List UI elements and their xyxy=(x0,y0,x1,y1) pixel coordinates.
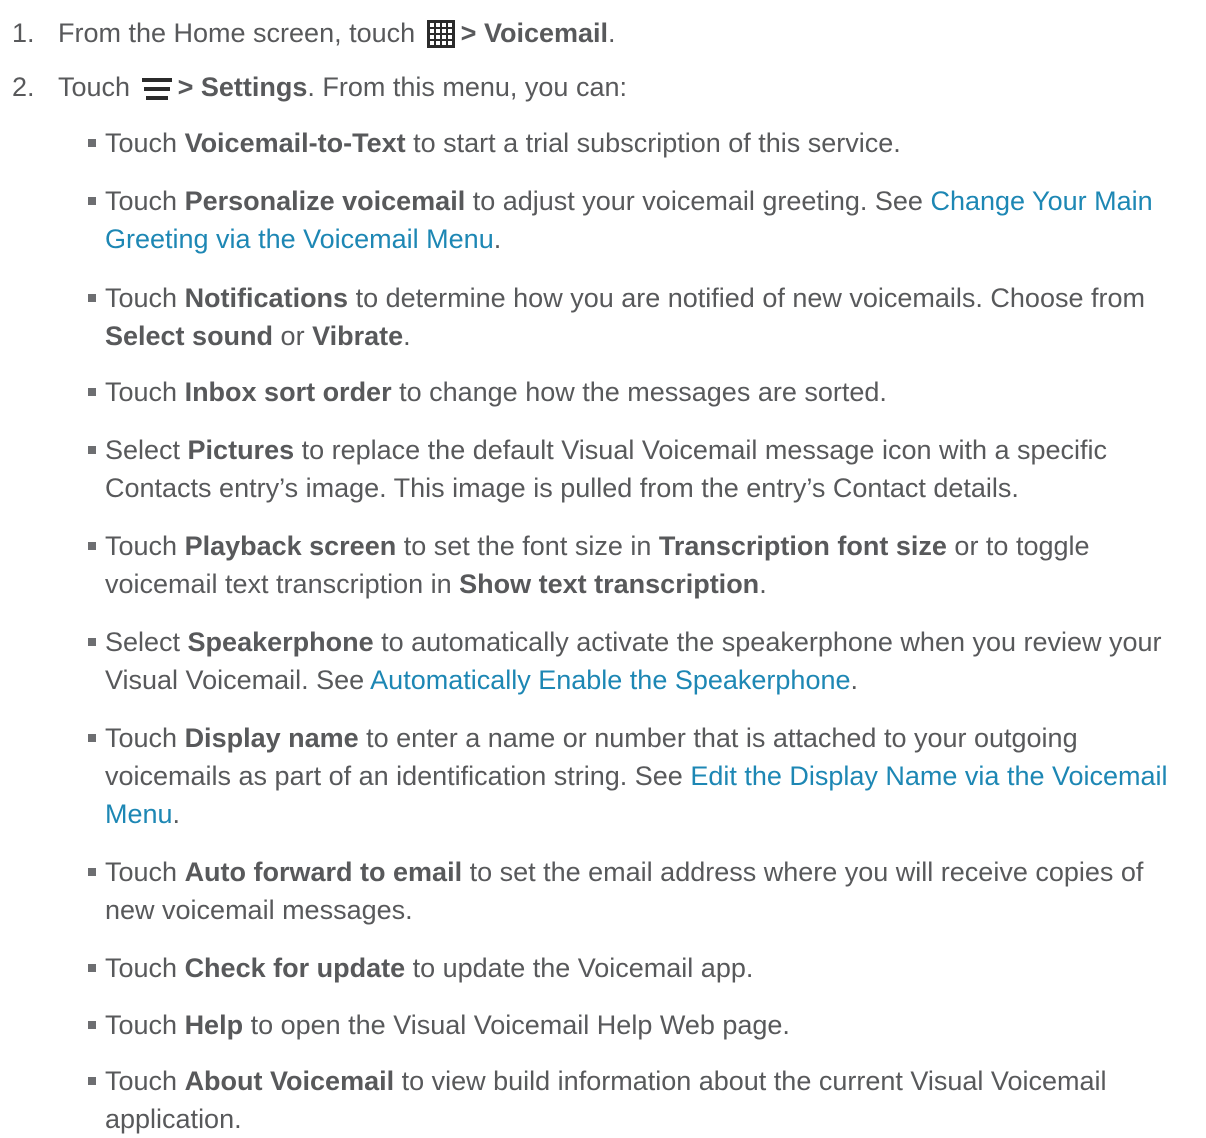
list-item: Touch Help to open the Visual Voicemail … xyxy=(88,1006,1190,1044)
bold-term: Transcription font size xyxy=(658,531,947,561)
bullet-content: Touch Voicemail-to-Text to start a trial… xyxy=(105,128,901,158)
list-item: Touch Display name to enter a name or nu… xyxy=(88,719,1190,833)
bullet-square xyxy=(88,294,96,302)
bullet-square xyxy=(88,868,96,876)
bullet-square xyxy=(88,734,96,742)
bold-term: Show text transcription xyxy=(459,569,760,599)
list-item: Touch Voicemail-to-Text to start a trial… xyxy=(88,124,1190,162)
step-2: 2. Touch > Settings. From this menu, you … xyxy=(12,68,627,112)
body-text: Touch xyxy=(105,186,185,216)
body-text: Touch xyxy=(105,531,185,561)
bullet-content: Touch Playback screen to set the font si… xyxy=(105,531,1090,599)
bold-term: Auto forward to email xyxy=(184,857,463,887)
step-post: . xyxy=(608,18,616,48)
body-text: Touch xyxy=(105,377,185,407)
body-text: to start a trial subscription of this se… xyxy=(405,128,901,158)
menu-icon xyxy=(141,74,172,112)
body-text: . xyxy=(759,569,767,599)
step-bold: > Settings xyxy=(177,72,308,102)
bold-term: Personalize voicemail xyxy=(184,186,466,216)
body-text: to determine how you are notified of new… xyxy=(348,283,1145,313)
bullet-square xyxy=(88,964,96,972)
body-text: to adjust your voicemail greeting. See xyxy=(465,186,931,216)
bullet-content: Select Pictures to replace the default V… xyxy=(105,435,1107,503)
body-text: Touch xyxy=(105,128,185,158)
body-text: to update the Voicemail app. xyxy=(405,953,754,983)
bullet-square xyxy=(88,197,96,205)
list-item: Touch Notifications to determine how you… xyxy=(88,279,1190,355)
bold-term: Select sound xyxy=(105,321,274,351)
bullet-square xyxy=(88,542,96,550)
bold-term: Voicemail-to-Text xyxy=(184,128,406,158)
bold-term: Speakerphone xyxy=(187,627,374,657)
body-text: Select xyxy=(105,627,188,657)
bullet-square xyxy=(88,1021,96,1029)
bullet-square xyxy=(88,446,96,454)
bullet-content: Touch Check for update to update the Voi… xyxy=(105,953,753,983)
step-post: . From this menu, you can: xyxy=(307,72,627,102)
step-number: 1. xyxy=(12,18,35,48)
cross-reference-link[interactable]: Automatically Enable the Speakerphone xyxy=(370,665,850,695)
bold-term: Vibrate xyxy=(312,321,404,351)
list-item: Touch Check for update to update the Voi… xyxy=(88,949,1190,987)
body-text: Select xyxy=(105,435,188,465)
bold-term: About Voicemail xyxy=(184,1066,395,1096)
body-text: Touch xyxy=(105,723,185,753)
bullet-content: Select Speakerphone to automatically act… xyxy=(105,627,1162,695)
bold-term: Display name xyxy=(184,723,359,753)
body-text: . xyxy=(403,321,411,351)
body-text: . xyxy=(172,799,181,829)
body-text: Touch xyxy=(105,953,185,983)
list-item: Touch Auto forward to email to set the e… xyxy=(88,853,1190,929)
bullet-content: Touch Help to open the Visual Voicemail … xyxy=(105,1010,790,1040)
bullet-square xyxy=(88,139,96,147)
list-item: Touch Inbox sort order to change how the… xyxy=(88,373,1190,411)
bullet-content: Touch Display name to enter a name or nu… xyxy=(105,723,1168,829)
bullet-content: Touch Inbox sort order to change how the… xyxy=(105,377,887,407)
bullet-square xyxy=(88,1077,96,1085)
bullet-square xyxy=(88,388,96,396)
step-text: From the Home screen, touch xyxy=(58,18,416,48)
bold-term: Pictures xyxy=(187,435,295,465)
list-item: Touch Playback screen to set the font si… xyxy=(88,527,1190,603)
bullet-content: Touch Personalize voicemail to adjust yo… xyxy=(105,186,1153,254)
apps-grid-icon xyxy=(426,20,455,58)
bold-term: Playback screen xyxy=(184,531,397,561)
body-text: to set the font size in xyxy=(396,531,659,561)
body-text: to open the Visual Voicemail Help Web pa… xyxy=(243,1010,790,1040)
step-1: 1. From the Home screen, touch > Voicemai… xyxy=(12,14,616,58)
body-text: Touch xyxy=(105,1066,185,1096)
bold-term: Inbox sort order xyxy=(184,377,392,407)
step-number: 2. xyxy=(12,72,35,102)
body-text: to change how the messages are sorted. xyxy=(391,377,887,407)
body-text: . xyxy=(850,665,859,695)
bullet-content: Touch Notifications to determine how you… xyxy=(105,283,1145,351)
bullet-content: Touch Auto forward to email to set the e… xyxy=(105,857,1143,925)
bold-term: Notifications xyxy=(184,283,349,313)
list-item: Select Pictures to replace the default V… xyxy=(88,431,1190,507)
bullet-square xyxy=(88,638,96,646)
bold-term: Help xyxy=(184,1010,244,1040)
step-bold: > Voicemail xyxy=(460,18,608,48)
list-item: Touch About Voicemail to view build info… xyxy=(88,1062,1190,1138)
body-text: or xyxy=(273,321,313,351)
bold-term: Check for update xyxy=(184,953,406,983)
list-item: Select Speakerphone to automatically act… xyxy=(88,623,1190,699)
body-text: . xyxy=(493,224,502,254)
bullet-content: Touch About Voicemail to view build info… xyxy=(105,1066,1106,1134)
step-text: Touch xyxy=(58,72,131,102)
list-item: Touch Personalize voicemail to adjust yo… xyxy=(88,182,1190,258)
body-text: Touch xyxy=(105,283,185,313)
body-text: Touch xyxy=(105,1010,185,1040)
body-text: Touch xyxy=(105,857,185,887)
